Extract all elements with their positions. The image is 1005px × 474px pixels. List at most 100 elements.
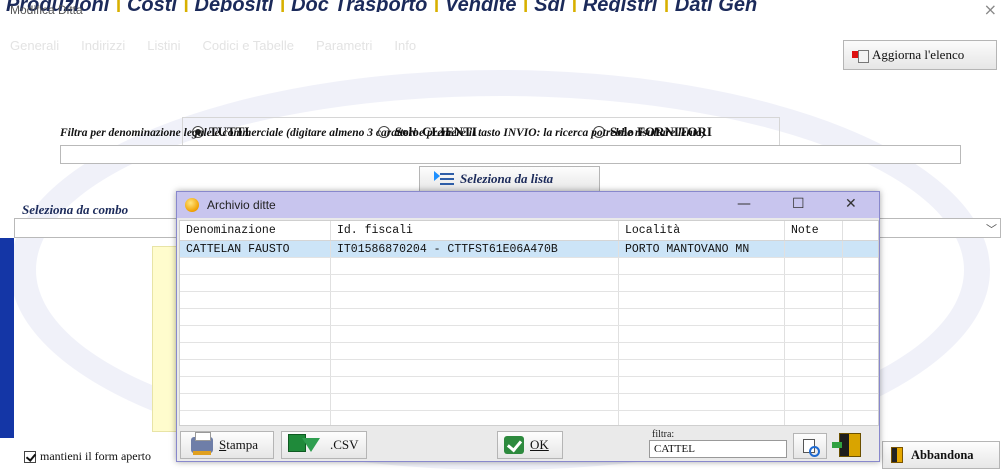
archive-window-titlebar[interactable]: Archivio ditte — ☐ ✕	[177, 192, 879, 218]
empty-cell	[331, 377, 619, 393]
empty-cell	[785, 360, 843, 376]
tab-codici-tabelle[interactable]: Codici e Tabelle	[202, 38, 294, 53]
export-csv-label: .CSV	[330, 437, 359, 452]
empty-cell	[331, 360, 619, 376]
select-from-list-label: Seleziona da lista	[460, 171, 554, 186]
tab-listini[interactable]: Listini	[147, 38, 180, 53]
empty-cell	[180, 377, 331, 393]
cell-filler	[843, 241, 878, 257]
empty-cell	[843, 292, 878, 308]
list-icon	[434, 171, 454, 187]
left-accent-bar	[0, 238, 14, 438]
empty-cell	[843, 360, 878, 376]
empty-cell	[331, 309, 619, 325]
printer-icon	[191, 432, 213, 455]
close-icon[interactable]: ✕	[845, 196, 857, 212]
table-row[interactable]: CATTELAN FAUSTO IT01586870204 - CTTFST61…	[180, 241, 878, 258]
empty-cell	[619, 292, 785, 308]
denomination-search-input[interactable]	[60, 145, 961, 164]
cell-denominazione: CATTELAN FAUSTO	[180, 241, 331, 257]
empty-cell	[180, 394, 331, 410]
empty-cell	[180, 292, 331, 308]
chevron-down-icon[interactable]: ﹀	[986, 221, 997, 237]
cell-id-fiscali: IT01586870204 - CTTFST61E06A470B	[331, 241, 619, 257]
empty-cell	[619, 411, 785, 425]
refresh-list-label: Aggiorna l'elenco	[872, 47, 965, 62]
checkbox-checked-icon	[24, 450, 36, 463]
empty-cell	[785, 411, 843, 425]
find-button[interactable]	[793, 433, 827, 459]
empty-cell	[180, 258, 331, 274]
empty-cell	[843, 275, 878, 291]
tab-indirizzi[interactable]: Indirizzi	[81, 38, 125, 53]
empty-cell	[785, 292, 843, 308]
empty-cell	[619, 326, 785, 342]
filter-label: filtra:	[652, 429, 675, 440]
menu-dati-gen[interactable]: Dati Gen	[669, 0, 763, 12]
search-icon	[803, 439, 820, 457]
export-csv-button[interactable]: .CSV	[281, 431, 367, 459]
refresh-list-button[interactable]: Aggiorna l'elenco	[843, 40, 997, 70]
table-row-empty	[180, 292, 878, 309]
exit-button[interactable]	[832, 431, 871, 461]
table-row-empty	[180, 411, 878, 425]
empty-cell	[331, 411, 619, 425]
menu-registri[interactable]: Registri	[577, 0, 663, 12]
filter-input[interactable]: CATTEL	[649, 440, 787, 458]
column-header-localita[interactable]: Località	[619, 221, 785, 240]
menu-vendite[interactable]: Vendite	[439, 0, 523, 12]
empty-cell	[180, 360, 331, 376]
column-header-filler	[843, 221, 878, 240]
tab-generali[interactable]: Generali	[10, 38, 59, 53]
empty-cell	[180, 275, 331, 291]
empty-cell	[619, 275, 785, 291]
checkmark-icon	[504, 436, 524, 454]
print-button[interactable]: Stampa	[180, 431, 274, 459]
menu-doc-trasporto[interactable]: Doc Trasporto	[285, 0, 433, 12]
empty-cell	[619, 343, 785, 359]
menu-costi[interactable]: Costi	[121, 0, 183, 12]
tab-info[interactable]: Info	[394, 38, 416, 53]
column-header-id-fiscali[interactable]: Id. fiscali	[331, 221, 619, 240]
ok-button[interactable]: OK	[497, 431, 563, 459]
empty-cell	[785, 377, 843, 393]
empty-cell	[843, 343, 878, 359]
empty-cell	[843, 411, 878, 425]
select-from-list-button[interactable]: Seleziona da lista	[419, 166, 600, 192]
refresh-icon	[852, 48, 869, 63]
table-row-empty	[180, 258, 878, 275]
empty-cell	[331, 275, 619, 291]
archive-window: Archivio ditte — ☐ ✕ Denominazione Id. f…	[176, 191, 880, 462]
cell-localita: PORTO MANTOVANO MN	[619, 241, 785, 257]
dialog-title: Modifica Ditta	[10, 3, 83, 17]
empty-cell	[843, 326, 878, 342]
keep-open-checkbox[interactable]: mantieni il form aperto	[24, 449, 151, 464]
table-row-empty	[180, 326, 878, 343]
column-header-note[interactable]: Note	[785, 221, 843, 240]
dialog-close-icon[interactable]: ×	[984, 0, 997, 19]
cancel-button[interactable]: Abbandona	[882, 441, 1000, 469]
maximize-icon[interactable]: ☐	[792, 196, 805, 212]
tab-parametri[interactable]: Parametri	[316, 38, 372, 53]
empty-cell	[619, 394, 785, 410]
archive-window-title: Archivio ditte	[207, 198, 276, 212]
empty-cell	[785, 275, 843, 291]
minimize-icon[interactable]: —	[737, 196, 751, 212]
empty-cell	[180, 411, 331, 425]
dialog-tabs: Generali Indirizzi Listini Codici e Tabe…	[10, 38, 416, 53]
empty-cell	[619, 258, 785, 274]
table-row-empty	[180, 275, 878, 292]
empty-cell	[619, 377, 785, 393]
menu-depositi[interactable]: Depositi	[189, 0, 280, 12]
empty-cell	[331, 292, 619, 308]
companies-grid[interactable]: Denominazione Id. fiscali Località Note …	[179, 220, 879, 426]
exit-door-icon	[891, 447, 903, 463]
menu-sdi[interactable]: Sdi	[528, 0, 571, 12]
empty-cell	[331, 394, 619, 410]
keep-open-label: mantieni il form aperto	[40, 449, 151, 463]
empty-cell	[785, 258, 843, 274]
column-header-denominazione[interactable]: Denominazione	[180, 221, 331, 240]
empty-cell	[180, 309, 331, 325]
table-row-empty	[180, 343, 878, 360]
excel-export-icon	[288, 434, 324, 456]
